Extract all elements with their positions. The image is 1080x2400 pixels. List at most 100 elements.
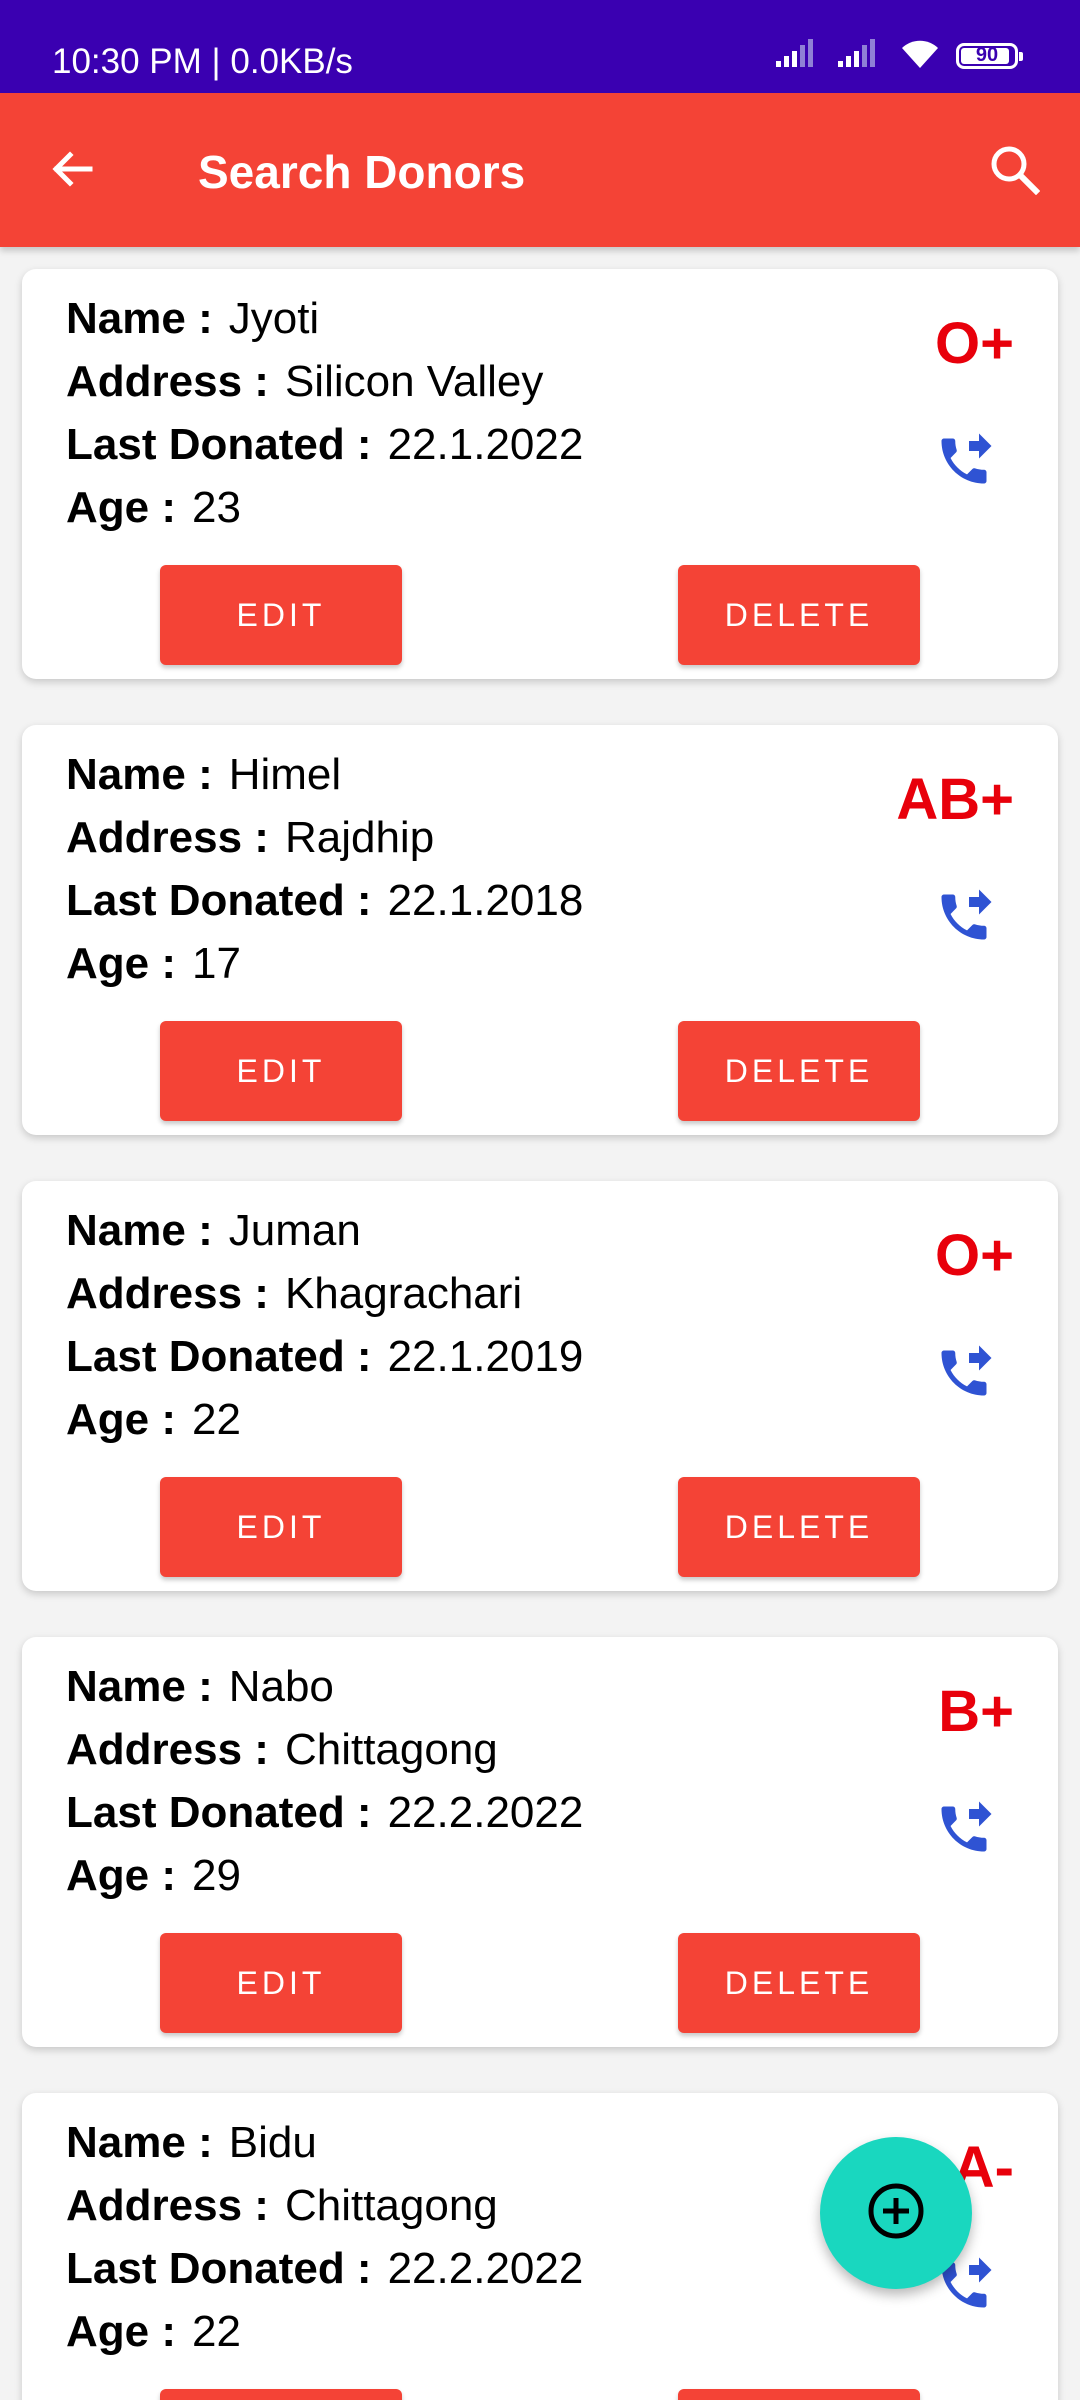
donor-name: Nabo (228, 1662, 334, 1711)
add-donor-fab[interactable] (820, 2137, 972, 2289)
address-row: Address : Rajdhip (66, 806, 583, 869)
donor-name: Jyoti (228, 294, 320, 343)
phone-forwarded-icon (934, 887, 994, 952)
edit-button[interactable]: EDIT (160, 1021, 402, 1121)
donor-last-donated: 22.1.2019 (387, 1332, 584, 1381)
donor-info: Name : Juman Address : Khagrachari Last Do… (66, 1199, 583, 1451)
address-row: Address : Silicon Valley (66, 350, 583, 413)
age-label: Age : (66, 483, 176, 532)
status-time: 10:30 PM | 0.0KB/s (52, 42, 353, 81)
age-row: Age : 17 (66, 932, 583, 995)
call-button[interactable] (932, 887, 996, 951)
last-donated-row: Last Donated : 22.2.2022 (66, 1781, 583, 1844)
last-donated-label: Last Donated : (66, 876, 372, 925)
delete-button[interactable]: DELETE (678, 1477, 920, 1577)
edit-button[interactable]: EDIT (160, 1477, 402, 1577)
donor-age: 22 (192, 2307, 241, 2356)
address-row: Address : Khagrachari (66, 1262, 583, 1325)
name-label: Name : (66, 294, 213, 343)
age-label: Age : (66, 2307, 176, 2356)
delete-button[interactable]: DELETE (678, 2389, 920, 2400)
age-label: Age : (66, 1395, 176, 1444)
donor-last-donated: 22.2.2022 (387, 2244, 584, 2293)
donor-last-donated: 22.2.2022 (387, 1788, 584, 1837)
donor-address: Rajdhip (284, 813, 435, 862)
last-donated-row: Last Donated : 22.2.2022 (66, 2237, 583, 2300)
donor-age: 22 (192, 1395, 241, 1444)
phone-forwarded-icon (934, 1343, 994, 1408)
donor-info: Name : Himel Address : Rajdhip Last Donate… (66, 743, 583, 995)
last-donated-label: Last Donated : (66, 1788, 372, 1837)
wifi-icon (898, 36, 942, 75)
donor-name: Juman (228, 1206, 361, 1255)
signal-icon (836, 37, 884, 74)
last-donated-label: Last Donated : (66, 1332, 372, 1381)
name-row: Name : Juman (66, 1199, 583, 1262)
donor-age: 23 (192, 483, 241, 532)
blood-group: AB+ (896, 767, 1014, 832)
last-donated-row: Last Donated : 22.1.2022 (66, 413, 583, 476)
edit-button[interactable]: EDIT (160, 2389, 402, 2400)
name-label: Name : (66, 750, 213, 799)
back-button[interactable] (40, 139, 104, 203)
name-row: Name : Nabo (66, 1655, 583, 1718)
donor-info: Name : Bidu Address : Chittagong Last Dona… (66, 2111, 583, 2363)
last-donated-row: Last Donated : 22.1.2018 (66, 869, 583, 932)
app-bar: Search Donors (0, 93, 1080, 247)
delete-button[interactable]: DELETE (678, 565, 920, 665)
donor-last-donated: 22.1.2022 (387, 420, 584, 469)
call-button[interactable] (932, 1799, 996, 1863)
donor-card: Name : Jyoti Address : Silicon Valley Last… (22, 269, 1058, 679)
search-icon (988, 143, 1041, 200)
address-label: Address : (66, 357, 269, 406)
donor-last-donated: 22.1.2018 (387, 876, 584, 925)
arrow-back-icon (48, 145, 96, 198)
edit-button[interactable]: EDIT (160, 1933, 402, 2033)
name-row: Name : Himel (66, 743, 583, 806)
donor-age: 29 (192, 1851, 241, 1900)
blood-group: O+ (935, 1223, 1014, 1288)
signal-icon (774, 37, 822, 74)
name-label: Name : (66, 1206, 213, 1255)
call-button[interactable] (932, 1343, 996, 1407)
blood-group: B+ (938, 1679, 1014, 1744)
donor-list[interactable]: Name : Jyoti Address : Silicon Valley Last… (0, 247, 1080, 2400)
delete-button[interactable]: DELETE (678, 1933, 920, 2033)
donor-info: Name : Jyoti Address : Silicon Valley Last… (66, 287, 583, 539)
donor-name: Himel (228, 750, 342, 799)
blood-group: O+ (935, 311, 1014, 376)
donor-card: Name : Himel Address : Rajdhip Last Donate… (22, 725, 1058, 1135)
status-icons: 90 (774, 36, 1023, 75)
search-button[interactable] (980, 137, 1048, 205)
edit-button[interactable]: EDIT (160, 565, 402, 665)
donor-address: Chittagong (284, 2181, 498, 2230)
age-row: Age : 29 (66, 1844, 583, 1907)
battery-icon: 90 (956, 42, 1023, 69)
phone-forwarded-icon (934, 431, 994, 496)
add-circle-icon (865, 2180, 927, 2247)
age-label: Age : (66, 1851, 176, 1900)
phone-forwarded-icon (934, 1799, 994, 1864)
name-row: Name : Jyoti (66, 287, 583, 350)
donor-card: Name : Juman Address : Khagrachari Last Do… (22, 1181, 1058, 1591)
donor-address: Chittagong (284, 1725, 498, 1774)
last-donated-label: Last Donated : (66, 420, 372, 469)
age-row: Age : 22 (66, 2300, 583, 2363)
donor-age: 17 (192, 939, 241, 988)
donor-name: Bidu (228, 2118, 317, 2167)
age-row: Age : 22 (66, 1388, 583, 1451)
address-row: Address : Chittagong (66, 1718, 583, 1781)
name-row: Name : Bidu (66, 2111, 583, 2174)
age-row: Age : 23 (66, 476, 583, 539)
donor-card: Name : Nabo Address : Chittagong Last Dona… (22, 1637, 1058, 2047)
donor-address: Silicon Valley (284, 357, 544, 406)
last-donated-label: Last Donated : (66, 2244, 372, 2293)
name-label: Name : (66, 1662, 213, 1711)
status-bar: 10:30 PM | 0.0KB/s 90 (0, 0, 1080, 93)
delete-button[interactable]: DELETE (678, 1021, 920, 1121)
address-row: Address : Chittagong (66, 2174, 583, 2237)
address-label: Address : (66, 1269, 269, 1318)
battery-level: 90 (975, 44, 999, 66)
last-donated-row: Last Donated : 22.1.2019 (66, 1325, 583, 1388)
call-button[interactable] (932, 431, 996, 495)
